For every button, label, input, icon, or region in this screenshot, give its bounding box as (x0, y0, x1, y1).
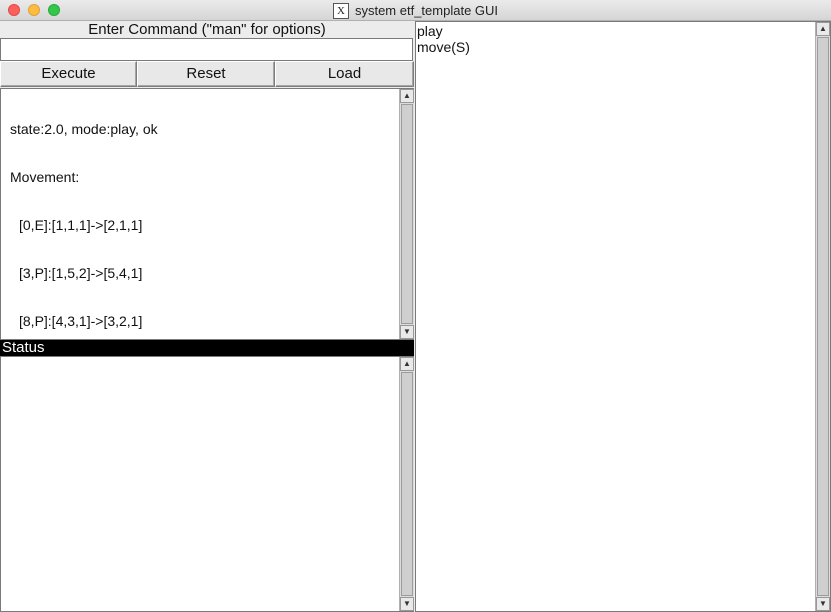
scroll-up-arrow-icon[interactable]: ▲ (816, 22, 830, 36)
window-title: Xsystem etf_template GUI (0, 2, 831, 19)
scrollbar-thumb[interactable] (817, 37, 829, 596)
movement-line: [8,P]:[4,3,1]->[3,2,1] (19, 313, 143, 329)
scroll-up-arrow-icon[interactable]: ▲ (400, 357, 414, 371)
history-list: play move(S) (417, 23, 470, 55)
status-text-area[interactable]: ▲ ▼ (0, 356, 414, 612)
scrollbar-thumb[interactable] (401, 104, 413, 324)
button-row: Execute Reset Load (0, 61, 414, 87)
movement-label: Movement: (10, 169, 80, 185)
left-panel: Enter Command ("man" for options) Execut… (0, 21, 414, 612)
state-line: state:2.0, mode:play, ok (10, 121, 158, 137)
title-bar: Xsystem etf_template GUI (0, 0, 831, 21)
history-scrollbar[interactable]: ▲ ▼ (815, 22, 830, 611)
command-label: Enter Command ("man" for options) (88, 21, 326, 38)
output-scrollbar[interactable]: ▲ ▼ (399, 89, 414, 339)
history-text-area[interactable]: play move(S) ▲ ▼ (415, 21, 831, 612)
reset-button[interactable]: Reset (137, 61, 275, 87)
window-title-text: system etf_template GUI (354, 3, 499, 19)
x11-icon: X (332, 2, 349, 19)
output-text: state:2.0, mode:play, ok Movement: [0,E]… (10, 89, 390, 339)
movement-line: [3,P]:[1,5,2]->[5,4,1] (19, 265, 143, 281)
history-line: play (417, 23, 443, 39)
scroll-down-arrow-icon[interactable]: ▼ (400, 597, 414, 611)
status-scrollbar[interactable]: ▲ ▼ (399, 357, 414, 611)
command-input[interactable] (0, 38, 413, 61)
scrollbar-thumb[interactable] (401, 372, 413, 596)
output-text-area[interactable]: state:2.0, mode:play, ok Movement: [0,E]… (0, 88, 414, 340)
scroll-up-arrow-icon[interactable]: ▲ (400, 89, 414, 103)
movement-line: [0,E]:[1,1,1]->[2,1,1] (19, 217, 143, 233)
execute-button[interactable]: Execute (0, 61, 137, 87)
status-label: Status (0, 340, 414, 356)
load-button[interactable]: Load (275, 61, 414, 87)
scroll-down-arrow-icon[interactable]: ▼ (400, 325, 414, 339)
history-line: move(S) (417, 39, 470, 55)
scroll-down-arrow-icon[interactable]: ▼ (816, 597, 830, 611)
